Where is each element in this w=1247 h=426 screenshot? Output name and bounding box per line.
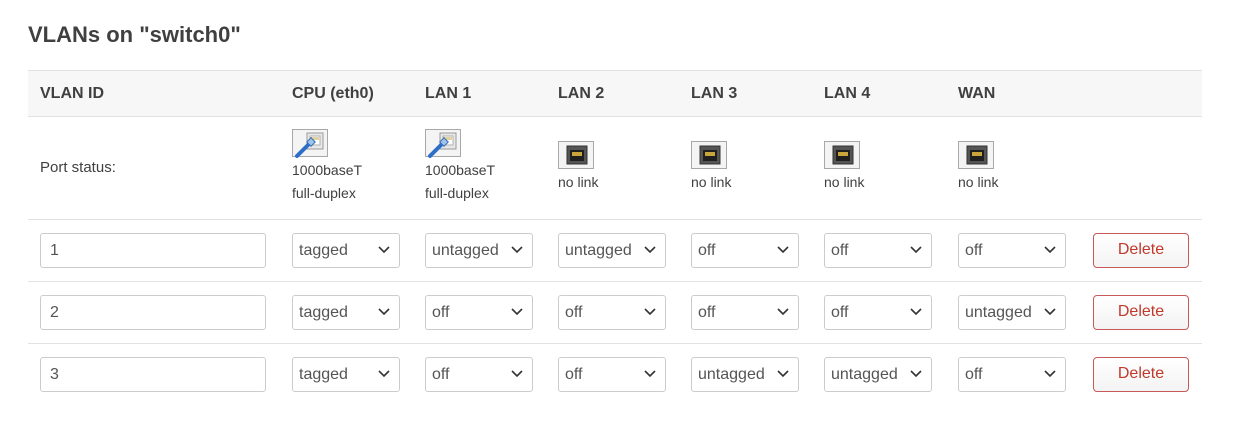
port-speed: 1000baseT (425, 162, 496, 178)
chevron-down-icon (644, 370, 656, 378)
port-status-cpu: 1000baseT full-duplex (292, 129, 362, 205)
lan3-port-select[interactable]: untagged (691, 357, 799, 392)
select-value: off (565, 304, 583, 321)
chevron-down-icon (511, 308, 523, 316)
lan4-port-select[interactable]: untagged (824, 357, 932, 392)
port-duplex: full-duplex (292, 185, 356, 201)
header-lan4: LAN 4 (824, 85, 871, 102)
chevron-down-icon (378, 370, 390, 378)
header-cpu: CPU (eth0) (292, 85, 374, 102)
header-lan1: LAN 1 (425, 85, 472, 102)
select-value: off (698, 242, 716, 259)
lan2-port-select[interactable]: untagged (558, 233, 666, 268)
port-status-lan1: 1000baseT full-duplex (425, 129, 495, 205)
wan-port-select[interactable]: untagged (958, 295, 1066, 330)
vlan-row: tagged off off untagged untagged off Del… (28, 344, 1202, 405)
chevron-down-icon (910, 370, 922, 378)
select-value: tagged (299, 242, 348, 259)
select-value: untagged (965, 304, 1032, 321)
select-value: off (965, 366, 983, 383)
lan4-port-select[interactable]: off (824, 233, 932, 268)
port-link-status: no link (558, 174, 599, 190)
lan2-port-select[interactable]: off (558, 357, 666, 392)
lan4-port-select[interactable]: off (824, 295, 932, 330)
port-status-lan2: no link (558, 141, 598, 194)
page-title: VLANs on "switch0" (28, 22, 241, 47)
lan1-port-select[interactable]: untagged (425, 233, 533, 268)
cpu-port-select[interactable]: tagged (292, 295, 400, 330)
port-link-status: no link (824, 174, 865, 190)
select-value: untagged (565, 242, 632, 259)
chevron-down-icon (910, 308, 922, 316)
lan2-port-select[interactable]: off (558, 295, 666, 330)
header-lan3: LAN 3 (691, 85, 738, 102)
port-status-label: Port status: (40, 159, 116, 176)
chevron-down-icon (910, 246, 922, 254)
port-disconnected-icon (691, 141, 727, 169)
port-link-status: no link (958, 174, 999, 190)
chevron-down-icon (378, 308, 390, 316)
port-connected-icon (292, 129, 328, 158)
chevron-down-icon (511, 370, 523, 378)
vlan-id-input[interactable] (40, 357, 266, 392)
chevron-down-icon (777, 308, 789, 316)
cpu-port-select[interactable]: tagged (292, 233, 400, 268)
header-vlan-id: VLAN ID (40, 85, 104, 102)
select-value: tagged (299, 366, 348, 383)
chevron-down-icon (1044, 246, 1056, 254)
wan-port-select[interactable]: off (958, 233, 1066, 268)
delete-button[interactable]: Delete (1093, 233, 1189, 268)
select-value: off (698, 304, 716, 321)
chevron-down-icon (511, 246, 523, 254)
lan3-port-select[interactable]: off (691, 295, 799, 330)
chevron-down-icon (644, 308, 656, 316)
port-disconnected-icon (958, 141, 994, 169)
chevron-down-icon (1044, 370, 1056, 378)
delete-button[interactable]: Delete (1093, 295, 1189, 330)
lan1-port-select[interactable]: off (425, 357, 533, 392)
port-connected-icon (425, 129, 461, 158)
header-lan2: LAN 2 (558, 85, 605, 102)
port-status-wan: no link (958, 141, 998, 194)
select-value: off (565, 366, 583, 383)
vlan-row: tagged untagged untagged off off off Del… (28, 220, 1202, 282)
chevron-down-icon (777, 246, 789, 254)
select-value: off (432, 366, 450, 383)
port-disconnected-icon (558, 141, 594, 169)
port-duplex: full-duplex (425, 185, 489, 201)
vlan-row: tagged off off off off untagged Delete (28, 282, 1202, 344)
select-value: untagged (831, 366, 898, 383)
select-value: tagged (299, 304, 348, 321)
chevron-down-icon (1044, 308, 1056, 316)
wan-port-select[interactable]: off (958, 357, 1066, 392)
table-header: VLAN ID CPU (eth0) LAN 1 LAN 2 LAN 3 LAN… (28, 70, 1202, 117)
port-status-row: Port status: 1000baseT full-duplex 1000b… (28, 117, 1202, 220)
select-value: untagged (432, 242, 499, 259)
port-speed: 1000baseT (292, 162, 363, 178)
vlan-id-input[interactable] (40, 295, 266, 330)
vlan-id-input[interactable] (40, 233, 266, 268)
select-value: off (831, 242, 849, 259)
delete-button[interactable]: Delete (1093, 357, 1189, 392)
chevron-down-icon (378, 246, 390, 254)
port-status-lan4: no link (824, 141, 864, 194)
select-value: off (432, 304, 450, 321)
lan1-port-select[interactable]: off (425, 295, 533, 330)
select-value: off (831, 304, 849, 321)
chevron-down-icon (777, 370, 789, 378)
select-value: off (965, 242, 983, 259)
port-link-status: no link (691, 174, 732, 190)
chevron-down-icon (644, 246, 656, 254)
vlan-table: VLAN ID CPU (eth0) LAN 1 LAN 2 LAN 3 LAN… (28, 70, 1202, 405)
cpu-port-select[interactable]: tagged (292, 357, 400, 392)
port-disconnected-icon (824, 141, 860, 169)
select-value: untagged (698, 366, 765, 383)
port-status-lan3: no link (691, 141, 731, 194)
header-wan: WAN (958, 85, 996, 102)
lan3-port-select[interactable]: off (691, 233, 799, 268)
